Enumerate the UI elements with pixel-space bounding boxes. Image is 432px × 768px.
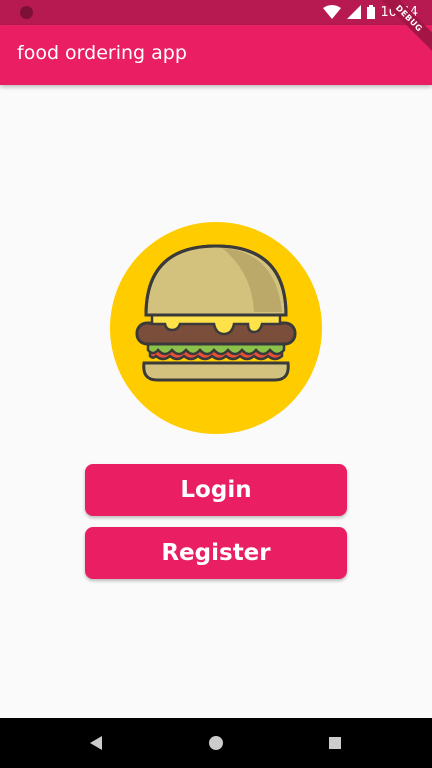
navigation-bar <box>0 718 432 768</box>
status-bar: 10:44 <box>0 0 432 25</box>
back-icon[interactable] <box>66 718 126 768</box>
login-button[interactable]: Login <box>85 464 347 516</box>
recents-icon[interactable] <box>306 718 366 768</box>
app-bar: food ordering app <box>0 25 432 85</box>
signal-icon <box>346 5 361 19</box>
wifi-icon <box>322 5 341 19</box>
app-title: food ordering app <box>17 42 187 64</box>
burger-icon <box>110 222 322 434</box>
register-button[interactable]: Register <box>85 527 347 579</box>
battery-icon <box>366 5 375 19</box>
camera-icon <box>20 6 33 19</box>
home-icon[interactable] <box>186 718 246 768</box>
